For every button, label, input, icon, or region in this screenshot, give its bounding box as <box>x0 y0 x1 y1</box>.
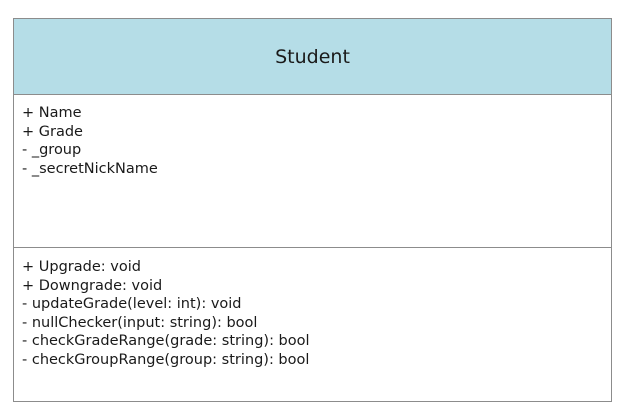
uml-class-student[interactable]: Student + Name + Grade - _group - _secre… <box>13 18 612 402</box>
operation-upgrade: + Upgrade: void <box>22 259 141 275</box>
attribute-secret-nick-name: - _secretNickName <box>22 160 158 177</box>
class-name: Student <box>275 45 350 68</box>
operation-downgrade: + Downgrade: void <box>22 277 163 294</box>
operations-compartment: + Upgrade: void + Downgrade: void - upda… <box>14 248 611 401</box>
operation-check-group-range: - checkGroupRange(group: string): bool <box>22 351 310 368</box>
class-header: Student <box>14 19 611 95</box>
attributes-compartment: + Name + Grade - _group - _secretNickNam… <box>14 95 611 248</box>
attribute-group: - _group <box>22 142 82 158</box>
attribute-name: + Name <box>22 105 82 121</box>
attribute-grade: + Grade <box>22 123 83 140</box>
operation-update-grade: - updateGrade(level: int): void <box>22 296 242 312</box>
operation-null-checker: - nullChecker(input: string): bool <box>22 314 258 331</box>
operation-check-grade-range: - checkGradeRange(grade: string): bool <box>22 333 310 349</box>
